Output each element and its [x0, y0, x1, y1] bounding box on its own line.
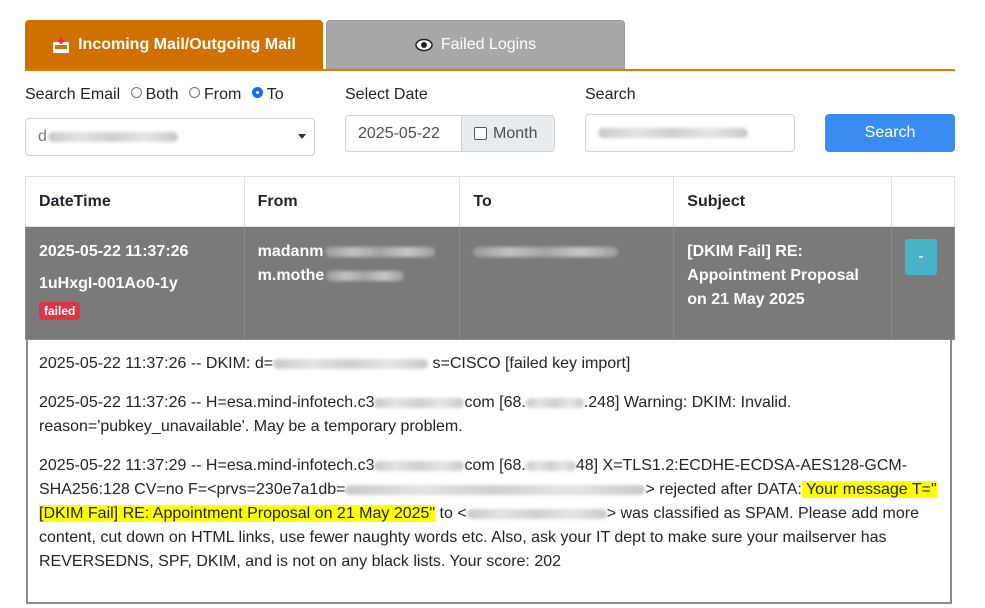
log-text: reason='pubkey_unavailable'. May be a te… [39, 418, 463, 435]
select-date-label: Select Date [345, 86, 428, 103]
cell-from: madanm m.mothe [243, 226, 461, 340]
row-from-line2: m.mothe [257, 267, 325, 284]
col-datetime: DateTime [25, 176, 245, 227]
log-text: 2025-05-22 11:37:26 -- DKIM: d= [39, 355, 274, 372]
radio-from-label: From [203, 86, 242, 103]
cell-datetime: 2025-05-22 11:37:26 1uHxgI-001Ao0-1y fai… [25, 226, 245, 340]
log-text: REVERSEDNS, SPF, DKIM, and is not on any… [39, 553, 562, 570]
tab-label: Incoming Mail/Outgoing Mail [78, 35, 296, 53]
row-from-line1: madanm [257, 243, 324, 260]
eye-icon [415, 38, 433, 52]
search-input[interactable] [585, 114, 795, 152]
table-header-row: DateTime From To Subject [25, 176, 956, 227]
highlighted-text: [DKIM Fail] RE: Appointment Proposal on … [39, 505, 436, 522]
radio-from[interactable] [188, 87, 200, 99]
radio-both[interactable] [130, 87, 142, 99]
radio-to-label: To [266, 86, 284, 103]
search-email-group: Search Email Both From To [25, 86, 284, 104]
col-actions [890, 176, 956, 227]
log-text: to < [435, 505, 467, 522]
row-subject: [DKIM Fail] RE: Appointment Proposal on … [673, 226, 892, 340]
inbox-arrow-icon [52, 35, 70, 54]
highlighted-text: Your message T=" [801, 481, 937, 498]
table-row[interactable]: 2025-05-22 11:37:26 1uHxgI-001Ao0-1y fai… [25, 226, 956, 340]
row-message-id: 1uHxgI-001Ao0-1y [39, 275, 178, 292]
status-badge: failed [39, 302, 81, 320]
collapse-row-button[interactable]: - [904, 239, 937, 275]
log-details-panel: 2025-05-22 11:37:26 -- DKIM: d= s=CISCO … [26, 340, 952, 604]
log-text: content, cut down on HTML links, use few… [39, 529, 887, 546]
chevron-down-icon [298, 134, 306, 139]
email-select[interactable]: d [25, 118, 315, 156]
cell-actions: - [890, 226, 956, 340]
row-datetime: 2025-05-22 11:37:26 [39, 243, 189, 260]
row-to-redacted [473, 246, 619, 257]
month-label: Month [493, 124, 538, 142]
date-input[interactable]: 2025-05-22 [345, 115, 463, 152]
tab-failed-logins[interactable]: Failed Logins [326, 20, 625, 69]
mail-log-table: DateTime From To Subject 2025-05-22 11:3… [25, 176, 956, 340]
log-text: 48] X=TLS1.2:ECDHE-ECDSA-AES128-GCM- [575, 457, 908, 474]
tab-label: Failed Logins [440, 35, 537, 53]
search-button[interactable]: Search [825, 114, 955, 152]
col-from: From [243, 176, 461, 227]
email-select-value: d [38, 128, 47, 145]
log-text: > rejected after DATA: [645, 481, 802, 498]
log-text: > was classified as SPAM. Please add mor… [606, 505, 919, 522]
log-entry: 2025-05-22 11:37:29 -- H=esa.mind-infote… [39, 454, 939, 574]
log-text: 2025-05-22 11:37:29 -- H=esa.mind-infote… [39, 457, 375, 474]
col-subject: Subject [673, 176, 892, 227]
log-entry: 2025-05-22 11:37:26 -- H=esa.mind-infote… [39, 391, 939, 439]
col-to: To [459, 176, 675, 227]
log-text: s=CISCO [failed key import] [428, 355, 631, 372]
radio-both-label: Both [145, 86, 179, 103]
log-text: SHA256:128 CV=no F=<prvs=230e7a1db= [39, 481, 346, 498]
month-toggle[interactable]: Month [461, 115, 555, 152]
log-text: com [68. [464, 394, 526, 411]
log-text: 2025-05-22 11:37:26 -- H=esa.mind-infote… [39, 394, 375, 411]
radio-to[interactable] [251, 87, 263, 99]
search-label: Search [585, 86, 636, 103]
log-entry: 2025-05-22 11:37:26 -- DKIM: d= s=CISCO … [39, 352, 939, 376]
mail-tabs: Incoming Mail/Outgoing Mail Failed Login… [25, 20, 955, 71]
tab-incoming-outgoing-mail[interactable]: Incoming Mail/Outgoing Mail [25, 20, 323, 69]
search-email-label: Search Email [25, 86, 121, 103]
log-text: .248] Warning: DKIM: Invalid. [583, 394, 792, 411]
month-checkbox[interactable] [474, 127, 487, 140]
cell-to [459, 226, 675, 340]
date-value: 2025-05-22 [358, 124, 440, 142]
log-text: com [68. [464, 457, 526, 474]
